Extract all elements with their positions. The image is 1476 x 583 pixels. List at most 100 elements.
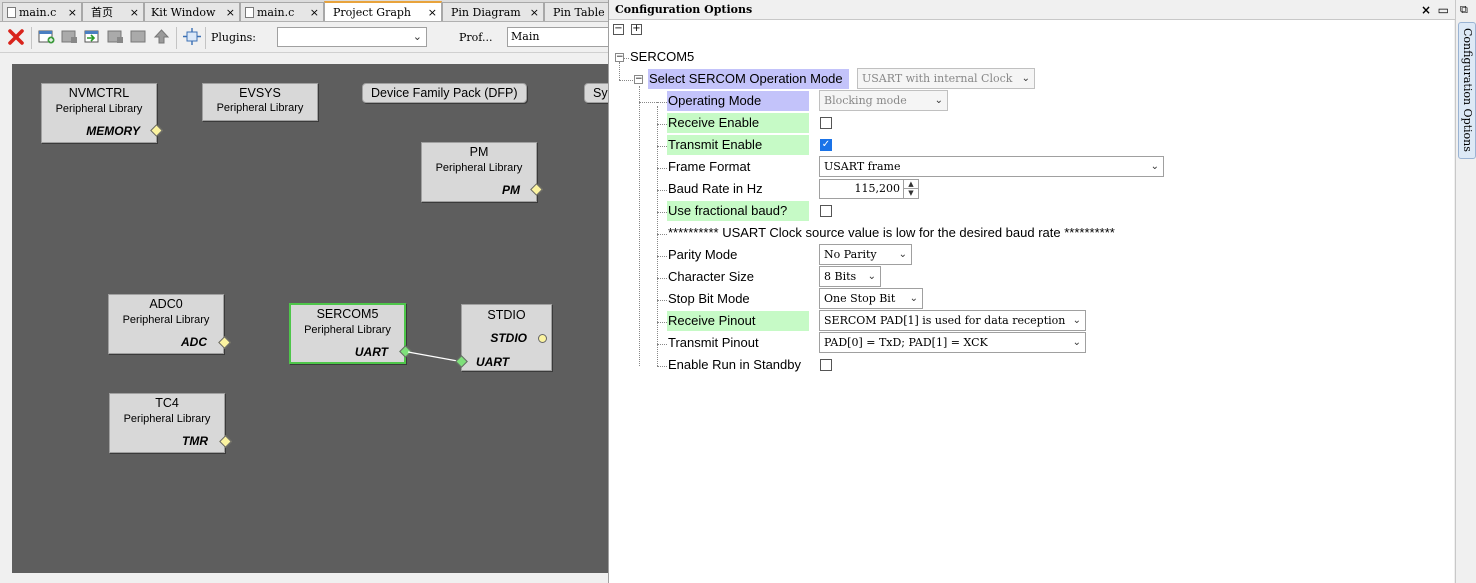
node-adc0[interactable]: ADC0 Peripheral Library ADC <box>108 294 224 354</box>
tree-line <box>639 86 640 366</box>
tab-project-graph[interactable]: Project Graph × <box>324 1 442 21</box>
node-title: SERCOM5 <box>316 307 379 321</box>
import-icon[interactable] <box>84 29 101 44</box>
parity-mode-select[interactable]: No Parity ⌄ <box>819 244 912 265</box>
close-icon[interactable]: × <box>68 3 77 21</box>
baud-rate-spinner[interactable]: 115,200 ▲ ▼ <box>819 179 919 199</box>
operation-mode-label: Select SERCOM Operation Mode <box>648 69 849 89</box>
tab-label: main.c <box>19 6 57 19</box>
tree-line <box>657 278 667 279</box>
system-node-partial[interactable]: Sy <box>584 83 608 103</box>
character-size-select[interactable]: 8 Bits ⌄ <box>819 266 881 287</box>
transmit-pinout-label: Transmit Pinout <box>668 335 759 350</box>
export-icon[interactable] <box>107 29 124 44</box>
move-up-icon[interactable] <box>153 29 170 44</box>
tab-label: main.c <box>257 6 295 19</box>
transmit-pinout-select[interactable]: PAD[0] = TxD; PAD[1] = XCK ⌄ <box>819 332 1086 353</box>
operation-mode-select[interactable]: USART with internal Clock ⌄ <box>857 68 1035 89</box>
tree-line <box>657 146 667 147</box>
increment-icon[interactable]: ▲ <box>903 180 918 189</box>
node-tc4[interactable]: TC4 Peripheral Library TMR <box>109 393 225 453</box>
node-title: STDIO <box>487 308 526 322</box>
receive-pinout-select[interactable]: SERCOM PAD[1] is used for data reception… <box>819 310 1086 331</box>
toolbar-separator <box>205 27 206 49</box>
tree-line <box>657 190 667 191</box>
tree-line <box>619 62 620 80</box>
stop-bit-select[interactable]: One Stop Bit ⌄ <box>819 288 923 309</box>
node-interface: UART <box>354 345 388 359</box>
node-sercom5[interactable]: SERCOM5 Peripheral Library UART <box>289 303 406 364</box>
node-interface: PM <box>502 183 520 197</box>
tree-line <box>657 300 667 301</box>
decrement-icon[interactable]: ▼ <box>903 189 918 198</box>
close-icon[interactable]: × <box>1421 0 1431 20</box>
tree-line <box>657 124 667 125</box>
close-icon[interactable]: × <box>530 3 539 21</box>
tab-main-c-2[interactable]: main.c × <box>240 2 324 21</box>
tab-kit-window[interactable]: Kit Window × <box>144 2 240 21</box>
chevron-down-icon: ⌄ <box>867 271 876 282</box>
restore-icon[interactable]: ⧉ <box>1460 3 1468 17</box>
output-port-icon[interactable] <box>538 334 547 343</box>
operation-mode-value: USART with internal Clock <box>862 72 1013 85</box>
tree-line <box>657 366 667 367</box>
plugins-select[interactable]: ⌄ <box>277 27 427 47</box>
node-subtitle: Peripheral Library <box>123 413 211 425</box>
node-subtitle: Peripheral Library <box>55 103 143 115</box>
component-icon[interactable] <box>61 29 78 44</box>
project-graph-canvas[interactable]: NVMCTRL Peripheral Library MEMORY EVSYS … <box>12 64 608 573</box>
receive-enable-label: Receive Enable <box>667 113 809 133</box>
stop-bit-value: One Stop Bit <box>824 292 896 305</box>
frame-format-select[interactable]: USART frame ⌄ <box>819 156 1164 177</box>
tree-root-sercom5[interactable]: SERCOM5 <box>629 47 694 67</box>
tree-line <box>657 322 667 323</box>
run-standby-checkbox[interactable] <box>820 359 832 371</box>
tab-pin-diagram[interactable]: Pin Diagram × <box>442 2 544 21</box>
node-evsys[interactable]: EVSYS Peripheral Library <box>202 83 318 121</box>
tab-label: Pin Diagram <box>451 6 521 19</box>
chevron-down-icon: ⌄ <box>412 30 422 43</box>
side-tab-configuration-options[interactable]: Configuration Options <box>1458 22 1476 159</box>
tree-line <box>657 256 667 257</box>
transmit-enable-label: Transmit Enable <box>667 135 809 155</box>
tree-line <box>657 234 667 235</box>
add-container-icon[interactable] <box>38 29 55 44</box>
receive-enable-checkbox[interactable] <box>820 117 832 129</box>
node-subtitle: Peripheral Library <box>122 314 210 326</box>
close-icon[interactable]: × <box>428 3 437 21</box>
expand-all-button[interactable]: + <box>631 24 642 35</box>
tree-line <box>657 106 658 366</box>
side-tab-label: Configuration Options <box>1461 28 1474 152</box>
node-interface: ADC <box>181 335 207 349</box>
fractional-baud-checkbox[interactable] <box>820 205 832 217</box>
close-icon[interactable]: × <box>226 3 235 21</box>
node-subtitle: Peripheral Library <box>304 324 391 336</box>
close-icon[interactable]: × <box>130 3 139 21</box>
node-interface: UART <box>476 355 510 369</box>
tab-pin-table[interactable]: Pin Table <box>544 2 608 21</box>
dfp-node[interactable]: Device Family Pack (DFP) <box>362 83 527 103</box>
tab-label: 首页 <box>91 6 113 19</box>
collapse-all-button[interactable]: − <box>613 24 624 35</box>
tab-home[interactable]: 首页 × <box>82 2 144 21</box>
tree-collapse-icon[interactable]: − <box>634 75 643 84</box>
panel-header: Configuration Options × ▭ <box>609 0 1455 20</box>
auto-layout-icon[interactable] <box>183 28 201 45</box>
transmit-enable-checkbox[interactable]: ✓ <box>820 139 832 151</box>
tab-label: Kit Window <box>151 6 216 19</box>
close-icon[interactable]: × <box>310 3 319 21</box>
operating-mode-select[interactable]: Blocking mode ⌄ <box>819 90 948 111</box>
minimize-icon[interactable]: ▭ <box>1438 0 1449 20</box>
delete-icon[interactable] <box>7 28 25 46</box>
run-standby-label: Enable Run in Standby <box>668 357 801 372</box>
node-nvmctrl[interactable]: NVMCTRL Peripheral Library MEMORY <box>41 83 157 143</box>
profile-select[interactable]: Main <box>507 27 617 47</box>
file-icon <box>245 7 254 18</box>
tab-main-c-1[interactable]: main.c × <box>2 2 82 21</box>
node-subtitle: Peripheral Library <box>216 102 304 114</box>
fractional-baud-label: Use fractional baud? <box>667 201 809 221</box>
tree-collapse-icon[interactable]: − <box>615 53 624 62</box>
configuration-options-panel: Configuration Options × ▭ − + − SERCOM5 … <box>608 0 1455 583</box>
node-pm[interactable]: PM Peripheral Library PM <box>421 142 537 202</box>
group-icon[interactable] <box>130 29 147 44</box>
